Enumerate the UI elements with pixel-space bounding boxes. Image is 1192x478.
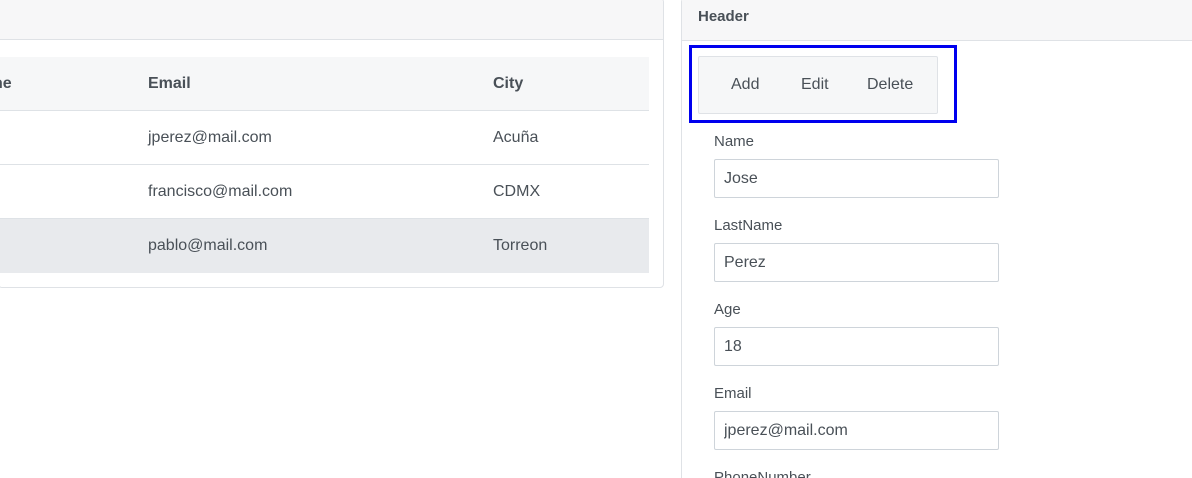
phone-label: PhoneNumber (714, 469, 811, 478)
name-field[interactable] (714, 159, 999, 198)
age-field[interactable] (714, 327, 999, 366)
table-card-header (0, 0, 663, 40)
age-label: Age (714, 301, 741, 318)
column-header-name[interactable]: ne (0, 57, 12, 110)
panel-header-title: Header (698, 8, 749, 25)
table-row[interactable]: jperez@mail.com Acuña (0, 111, 649, 165)
lastname-label: LastName (714, 217, 783, 234)
cell-email: francisco@mail.com (148, 182, 293, 200)
table-row-selected[interactable]: pablo@mail.com Torreon (0, 219, 649, 273)
cell-email: pablo@mail.com (148, 237, 268, 254)
cell-city: CDMX (493, 182, 541, 200)
name-label: Name (714, 133, 755, 150)
lastname-field[interactable] (714, 243, 999, 282)
toolbar-highlight-box (689, 45, 957, 123)
cell-city: Acuña (493, 128, 539, 146)
table-row[interactable]: francisco@mail.com CDMX (0, 165, 649, 219)
email-field[interactable] (714, 411, 999, 450)
table-header-row: ne Email City (0, 57, 649, 111)
panel-header: Header (682, 0, 1192, 41)
cell-city: Torreon (493, 237, 548, 254)
column-header-email[interactable]: Email (148, 57, 191, 110)
cell-email: jperez@mail.com (148, 128, 272, 146)
app-page: ne Email City jperez@mail.com Acuña fran… (0, 0, 1192, 478)
email-label: Email (714, 385, 752, 402)
column-header-city[interactable]: City (493, 57, 523, 110)
users-table-card: ne Email City jperez@mail.com Acuña fran… (0, 0, 664, 288)
